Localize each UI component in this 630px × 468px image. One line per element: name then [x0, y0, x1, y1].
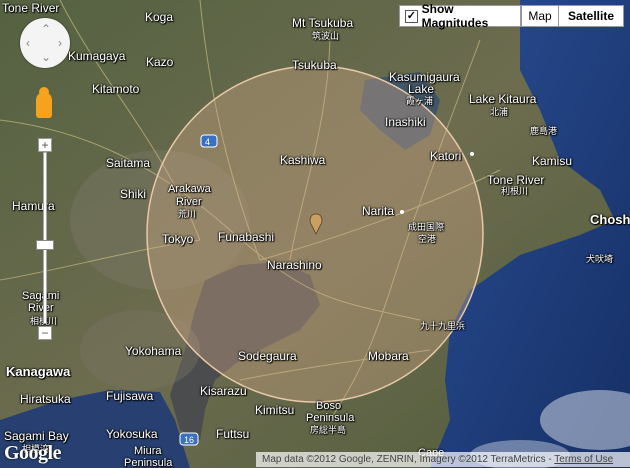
- map-attribution: Map data ©2012 Google, ZENRIN, Imagery ©…: [256, 452, 630, 467]
- label-arakawa-jp: 荒川: [178, 209, 197, 219]
- town-dot-katori: [470, 152, 474, 156]
- attribution-text: Map data ©2012 Google, ZENRIN, Imagery ©…: [262, 454, 555, 465]
- pegman-icon[interactable]: [36, 87, 52, 118]
- pan-left-icon[interactable]: ‹: [26, 36, 30, 50]
- label-kumagaya: Kumagaya: [68, 49, 126, 63]
- label-hiratsuka: Hiratsuka: [20, 392, 71, 406]
- label-kujukuri-jp: 九十九里浜: [420, 321, 466, 331]
- label-sodegaura: Sodegaura: [238, 349, 297, 363]
- label-kisarazu: Kisarazu: [200, 384, 247, 398]
- town-dot-narita: [400, 210, 404, 214]
- label-kashiwa: Kashiwa: [280, 153, 326, 167]
- label-miura-peninsula: Peninsula: [124, 457, 173, 468]
- zoom-out-button[interactable]: −: [38, 326, 52, 340]
- label-yokohama: Yokohama: [125, 344, 182, 358]
- route-16-number: 16: [184, 435, 195, 445]
- label-mt-tsukuba-jp: 筑波山: [312, 31, 340, 41]
- label-narita-airport-jp: 成田国際: [408, 222, 445, 232]
- google-logo[interactable]: Google: [4, 442, 62, 465]
- label-inashiki: Inashiki: [385, 115, 426, 129]
- label-tone-river-nw: Tone River: [2, 1, 60, 15]
- label-boso-peninsula: Peninsula: [306, 412, 355, 424]
- label-lake-kitaura: Lake Kitaura: [469, 92, 537, 106]
- pan-control[interactable]: ⌃ ⌄ ‹ ›: [20, 18, 70, 68]
- label-kashima-jp: 鹿島港: [530, 126, 558, 136]
- show-magnitudes-toggle[interactable]: ✓ Show Magnitudes: [399, 2, 521, 30]
- zoom-in-button[interactable]: +: [38, 138, 52, 152]
- label-saitama: Saitama: [106, 156, 151, 170]
- label-narashino: Narashino: [267, 258, 322, 272]
- label-arakawa: Arakawa: [168, 183, 211, 195]
- route-4-number: 4: [205, 137, 211, 147]
- pan-up-icon[interactable]: ⌃: [41, 22, 51, 36]
- label-kazo: Kazo: [146, 55, 174, 69]
- label-koga: Koga: [145, 10, 174, 24]
- pan-down-icon[interactable]: ⌄: [41, 50, 51, 64]
- label-kimitsu: Kimitsu: [255, 403, 295, 417]
- show-magnitudes-label: Show Magnitudes: [421, 2, 489, 30]
- label-boso-jp: 房総半島: [310, 425, 347, 435]
- label-kitamoto: Kitamoto: [92, 82, 140, 96]
- terms-of-use-link[interactable]: Terms of Use: [554, 454, 613, 465]
- label-narita-airport-jp2: 空港: [418, 234, 437, 244]
- satellite-map[interactable]: 4 16 Tone River Koga Mt Tsukuba 筑波山 Kuma…: [0, 0, 630, 468]
- show-magnitudes-checkbox[interactable]: ✓: [405, 9, 418, 23]
- label-fujisawa: Fujisawa: [106, 389, 154, 403]
- label-shiki: Shiki: [120, 187, 147, 201]
- label-narita: Narita: [362, 204, 395, 218]
- label-kanagawa: Kanagawa: [6, 364, 71, 379]
- label-yokosuka: Yokosuka: [106, 427, 158, 441]
- label-tone-river-east-jp: 利根川: [501, 186, 529, 196]
- label-sagami-river2: River: [28, 302, 54, 314]
- pan-right-icon[interactable]: ›: [58, 36, 62, 50]
- label-funabashi: Funabashi: [218, 230, 275, 244]
- label-arakawa-river: River: [176, 196, 202, 208]
- map-type-satellite-button[interactable]: Satellite: [558, 5, 624, 27]
- map-type-map-button[interactable]: Map: [521, 5, 559, 27]
- label-tsukuba: Tsukuba: [292, 58, 337, 72]
- label-lake-kitaura-jp: 北浦: [490, 107, 509, 117]
- label-katori: Katori: [430, 149, 462, 163]
- label-tokyo: Tokyo: [162, 232, 194, 246]
- label-futtsu: Futtsu: [216, 427, 250, 441]
- label-kasumigaura-jp: 霞ヶ浦: [406, 96, 434, 106]
- label-mobara: Mobara: [368, 349, 409, 363]
- zoom-slider-track[interactable]: [43, 152, 47, 324]
- label-kasumigaura-lake: Lake: [408, 82, 435, 96]
- label-hamura: Hamura: [12, 199, 55, 213]
- label-inubosaki-jp: 犬吠埼: [586, 254, 614, 264]
- zoom-slider-thumb[interactable]: [36, 240, 54, 250]
- label-kamisu: Kamisu: [532, 154, 573, 168]
- label-mt-tsukuba: Mt Tsukuba: [292, 16, 354, 30]
- label-choshi: Choshi: [590, 212, 630, 227]
